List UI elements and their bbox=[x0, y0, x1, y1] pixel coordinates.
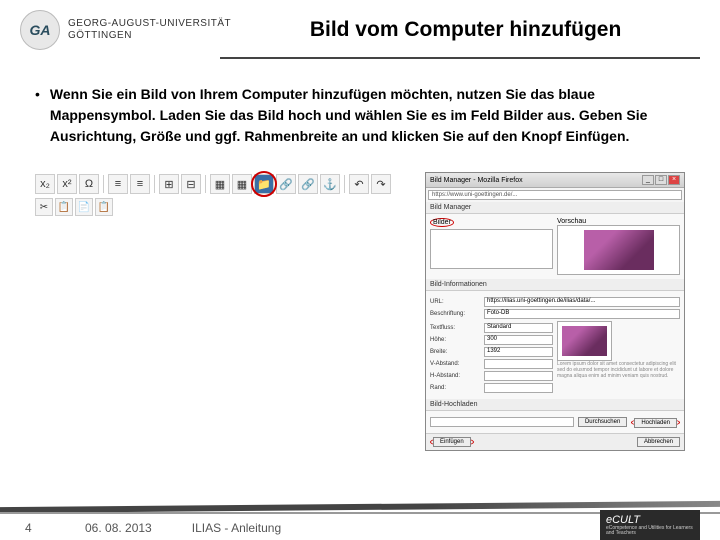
btn-abbrechen: Abbrechen bbox=[637, 437, 680, 447]
label-hoehe: Höhe: bbox=[430, 337, 480, 343]
ecult-logo: eCULT eCompetence and Utilities for Lear… bbox=[600, 510, 700, 540]
label-url: URL: bbox=[430, 299, 480, 305]
separator bbox=[103, 175, 104, 193]
label-vabstand: V-Abstand: bbox=[430, 361, 480, 367]
indent-icon: ⊟ bbox=[181, 174, 201, 194]
dialog-screenshot: Bild Manager - Mozilla Firefox _ □ × htt… bbox=[425, 172, 685, 451]
btn-durchsuchen: Durchsuchen bbox=[578, 417, 627, 427]
unlink-icon: 🔗 bbox=[298, 174, 318, 194]
label-breite: Breite: bbox=[430, 349, 480, 355]
window-buttons: _ □ × bbox=[642, 175, 680, 185]
input-habstand bbox=[484, 371, 553, 381]
paste2-icon: 📋 bbox=[95, 198, 113, 216]
preview-image bbox=[584, 230, 654, 270]
thumb-preview bbox=[557, 321, 612, 361]
input-breite: 1392 bbox=[484, 347, 553, 357]
minimize-icon: _ bbox=[642, 175, 654, 185]
slide-content: • Wenn Sie ein Bild von Ihrem Computer h… bbox=[0, 59, 720, 157]
footer-doc-title: ILIAS - Anleitung bbox=[192, 521, 281, 535]
label-habstand: H-Abstand: bbox=[430, 373, 480, 379]
lorem-text: Lorem ipsum dolor sit amet consectetur a… bbox=[557, 361, 680, 379]
table-icon: ▦ bbox=[210, 174, 230, 194]
footer-date: 06. 08. 2013 bbox=[85, 521, 152, 535]
input-url: https://ilias.uni-goettingen.de/ilias/da… bbox=[484, 297, 680, 307]
separator bbox=[154, 175, 155, 193]
section-bilder: Bilder bbox=[430, 218, 553, 227]
separator bbox=[205, 175, 206, 193]
preview-box bbox=[557, 225, 680, 275]
label-textfluss: Textfluss: bbox=[430, 325, 480, 331]
input-beschriftung: Foto-DB bbox=[484, 309, 680, 319]
input-vabstand bbox=[484, 359, 553, 369]
undo-icon: ↶ bbox=[349, 174, 369, 194]
slide-header: GA GEORG-AUGUST-UNIVERSITÄT GÖTTINGEN Bi… bbox=[0, 0, 720, 55]
toolbar-screenshot: x₂ x² Ω ≡ ≡ ⊞ ⊟ ▦ ▦ 📁 🔗 🔗 ⚓ ↶ ↷ ✂ 📋 📄 📋 bbox=[35, 172, 415, 218]
omega-icon: Ω bbox=[79, 174, 99, 194]
section-info: Bild-Informationen bbox=[426, 279, 684, 291]
paste-icon: 📄 bbox=[75, 198, 93, 216]
cut-icon: ✂ bbox=[35, 198, 53, 216]
outdent-icon: ⊞ bbox=[159, 174, 179, 194]
dialog-body-upload: Durchsuchen Hochladen bbox=[426, 411, 684, 433]
bullet-item: • Wenn Sie ein Bild von Ihrem Computer h… bbox=[35, 84, 685, 147]
maximize-icon: □ bbox=[655, 175, 667, 185]
table2-icon: ▦ bbox=[232, 174, 252, 194]
list-icon: ≡ bbox=[108, 174, 128, 194]
redo-icon: ↷ bbox=[371, 174, 391, 194]
page-number: 4 bbox=[25, 521, 45, 535]
label-beschriftung: Beschriftung: bbox=[430, 311, 480, 317]
figures-area: x₂ x² Ω ≡ ≡ ⊞ ⊟ ▦ ▦ 📁 🔗 🔗 ⚓ ↶ ↷ ✂ 📋 📄 📋 bbox=[0, 157, 720, 466]
label-rand: Rand: bbox=[430, 385, 480, 391]
folder-icon-circled: 📁 bbox=[254, 174, 274, 194]
toolbar-row-2: ✂ 📋 📄 📋 bbox=[35, 196, 415, 218]
input-hoehe: 300 bbox=[484, 335, 553, 345]
upload-path bbox=[430, 417, 574, 427]
subscript-icon: x₂ bbox=[35, 174, 55, 194]
instruction-text: Wenn Sie ein Bild von Ihrem Computer hin… bbox=[50, 84, 685, 147]
image-list bbox=[430, 229, 553, 269]
superscript-icon: x² bbox=[57, 174, 77, 194]
dialog-title: Bild Manager - Mozilla Firefox bbox=[430, 177, 523, 184]
section-upload: Bild-Hochladen bbox=[426, 399, 684, 411]
dialog-titlebar: Bild Manager - Mozilla Firefox _ □ × bbox=[426, 173, 684, 188]
input-textfluss: Standard bbox=[484, 323, 553, 333]
dialog-tab-header: Bild Manager bbox=[426, 202, 684, 214]
university-name: GEORG-AUGUST-UNIVERSITÄT GÖTTINGEN bbox=[68, 18, 231, 42]
btn-einfuegen-circled: Einfügen bbox=[430, 437, 474, 447]
link-icon: 🔗 bbox=[276, 174, 296, 194]
university-logo-area: GA GEORG-AUGUST-UNIVERSITÄT GÖTTINGEN bbox=[20, 10, 231, 50]
thumb-img bbox=[562, 326, 607, 356]
anchor-icon: ⚓ bbox=[320, 174, 340, 194]
dialog-url-bar: https://www.uni-goettingen.de/... bbox=[428, 190, 682, 200]
uni-line1: GEORG-AUGUST-UNIVERSITÄT bbox=[68, 18, 231, 30]
numlist-icon: ≡ bbox=[130, 174, 150, 194]
separator bbox=[344, 175, 345, 193]
logo-seal: GA bbox=[20, 10, 60, 50]
uni-line2: GÖTTINGEN bbox=[68, 30, 231, 42]
close-icon: × bbox=[668, 175, 680, 185]
btn-hochladen-circled: Hochladen bbox=[631, 418, 680, 427]
copy-icon: 📋 bbox=[55, 198, 73, 216]
dialog-body-info: URL: https://ilias.uni-goettingen.de/ili… bbox=[426, 291, 684, 399]
section-vorschau: Vorschau bbox=[557, 218, 680, 225]
bullet-marker: • bbox=[35, 84, 40, 147]
dialog-body-top: Bilder Vorschau bbox=[426, 214, 684, 279]
slide-title: Bild vom Computer hinzufügen bbox=[231, 18, 700, 42]
ecult-subtitle: eCompetence and Utilities for Learners a… bbox=[606, 526, 694, 536]
toolbar-row-1: x₂ x² Ω ≡ ≡ ⊞ ⊟ ▦ ▦ 📁 🔗 🔗 ⚓ ↶ ↷ bbox=[35, 172, 415, 196]
logo-initials: GA bbox=[30, 22, 51, 38]
dialog-footer: Einfügen Abbrechen bbox=[426, 433, 684, 450]
input-rand bbox=[484, 383, 553, 393]
